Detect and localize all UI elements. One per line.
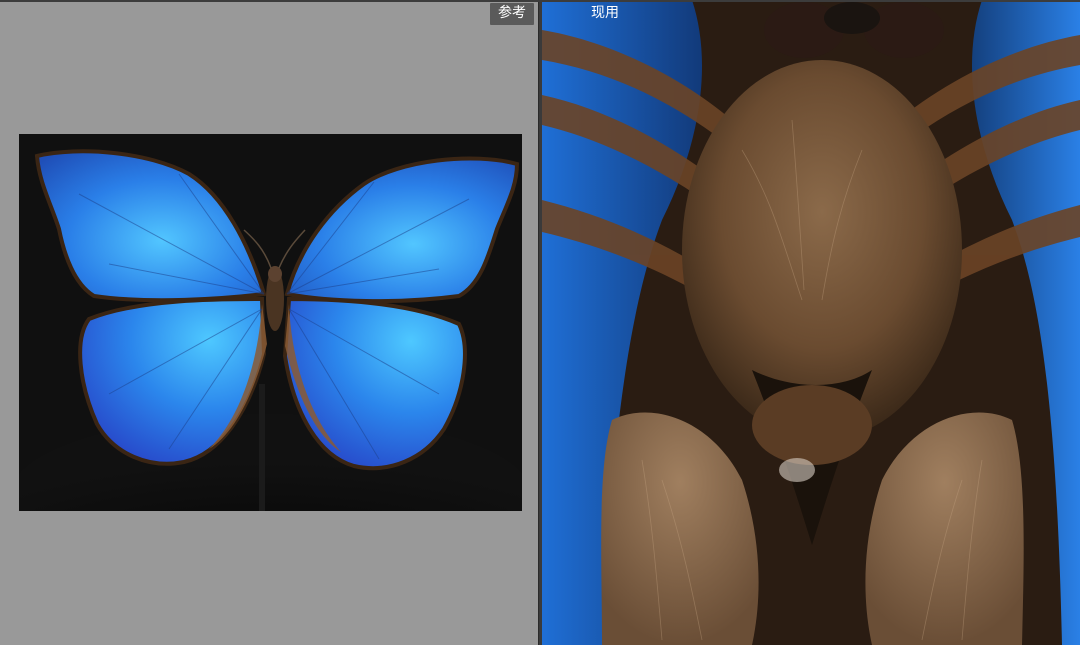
current-pane[interactable]: 现用 bbox=[542, 0, 1080, 645]
reference-photo[interactable] bbox=[19, 134, 522, 511]
butterfly-image bbox=[19, 134, 522, 511]
reference-label: 参考 bbox=[490, 3, 534, 25]
current-photo[interactable] bbox=[542, 0, 1080, 645]
reference-pane[interactable]: 参考 bbox=[0, 0, 539, 645]
closeup-image bbox=[542, 0, 1080, 645]
current-label: 现用 bbox=[591, 5, 619, 21]
compare-view: 参考 现用 bbox=[0, 0, 1080, 645]
window-top-edge bbox=[0, 0, 1080, 2]
